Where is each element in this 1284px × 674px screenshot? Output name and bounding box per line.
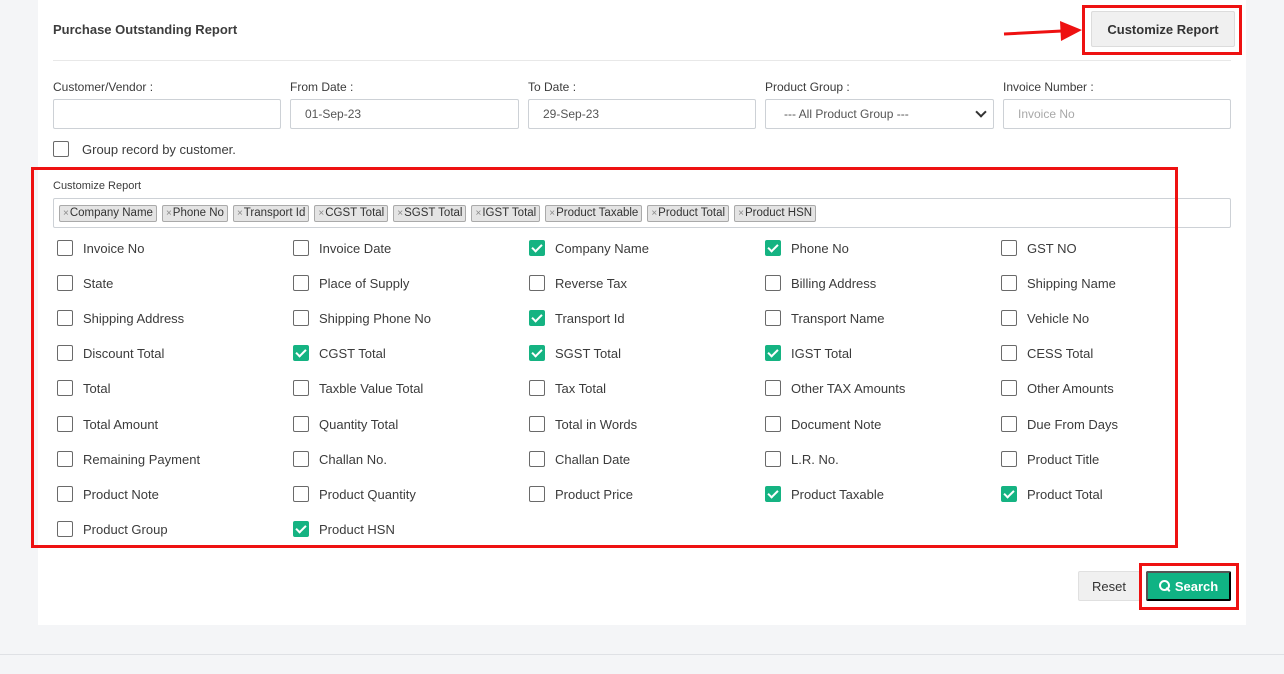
product-group-value: --- All Product Group --- [784,107,909,121]
group-by-customer-checkbox[interactable] [53,141,69,157]
reset-button[interactable]: Reset [1078,571,1140,601]
highlight-box-customize [1082,5,1242,55]
group-by-customer-label: Group record by customer. [82,142,236,157]
invoice-number-label: Invoice Number : [1003,80,1094,94]
header-divider [53,60,1231,61]
page-title: Purchase Outstanding Report [53,22,238,37]
from-date-input[interactable]: 01-Sep-23 [290,99,519,129]
highlight-box-customize-grid [31,167,1178,548]
to-date-label: To Date : [528,80,577,94]
chevron-down-icon [975,106,987,118]
footer-divider [0,654,1284,655]
invoice-number-input[interactable]: Invoice No [1003,99,1231,129]
to-date-input[interactable]: 29-Sep-23 [528,99,756,129]
customer-vendor-input[interactable] [53,99,281,129]
customer-vendor-label: Customer/Vendor : [53,80,154,94]
highlight-box-search [1139,563,1239,610]
from-date-label: From Date : [290,80,354,94]
product-group-select[interactable]: --- All Product Group --- [765,99,994,129]
red-arrow-annotation-icon [1003,21,1082,41]
product-group-label: Product Group : [765,80,850,94]
